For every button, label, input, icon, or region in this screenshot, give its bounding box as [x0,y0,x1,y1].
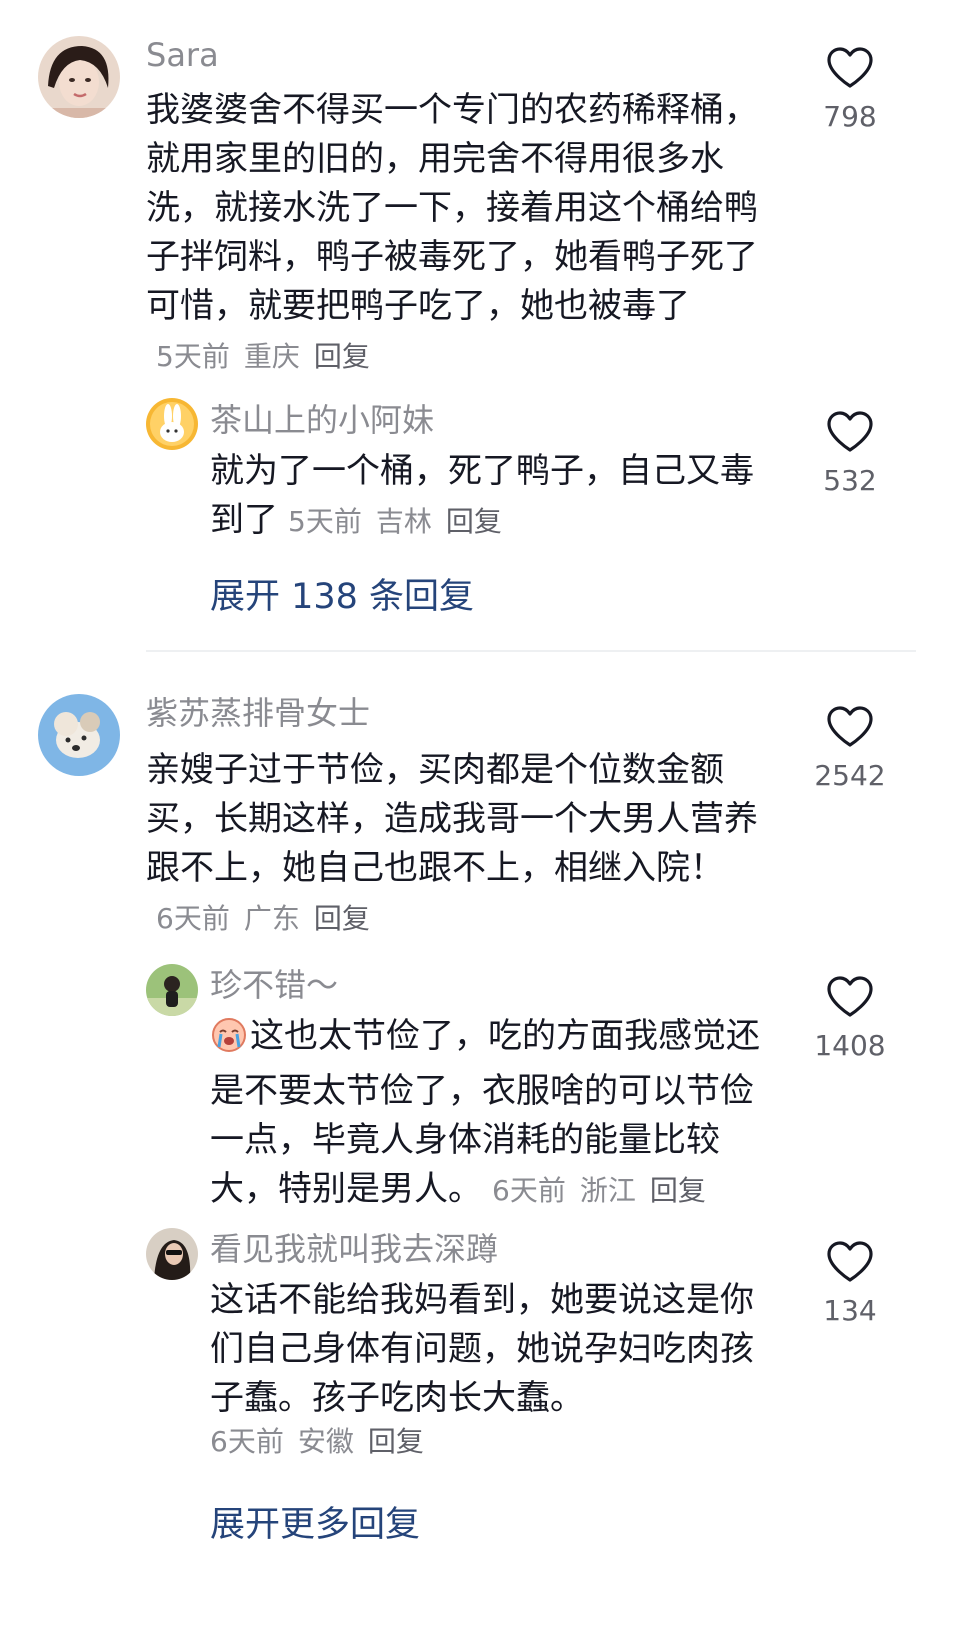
reply-button[interactable]: 回复 [314,902,370,935]
reply-button[interactable]: 回复 [314,340,370,373]
heart-icon [827,47,873,88]
child-avatar-image [146,964,198,1016]
divider [146,650,916,652]
reply-button[interactable]: 回复 [368,1425,424,1458]
comment-meta: 5天前 重庆 回复 [156,340,370,373]
like-button[interactable]: 2542 [790,705,910,793]
like-button[interactable]: 1408 [790,975,910,1063]
rabbit-avatar-image [146,398,198,450]
comment-location: 重庆 [243,340,300,373]
avatar[interactable] [146,964,198,1016]
heart-icon [827,706,873,747]
avatar[interactable] [146,398,198,450]
comment-text-block: 我婆婆舍不得买一个专门的农药稀释桶，就用家里的旧的，用完舍不得用很多水洗，就接水… [146,86,761,381]
like-button[interactable]: 134 [790,1240,910,1328]
reply-text-block: 这话不能给我妈看到，她要说这是你们自己身体有问题，她说孕妇吃肉孩子蠢。孩子吃肉长… [210,1276,785,1423]
user-avatar-image [38,36,120,118]
expand-more-replies-button[interactable]: 展开更多回复 [210,1496,420,1547]
reply-location: 安徽 [297,1425,354,1458]
reply-text-block: 就为了一个桶，死了鸭子，自己又毒到了 5天前 吉林 回复 [210,447,785,546]
reply-button[interactable]: 回复 [650,1174,706,1207]
comment-username[interactable]: Sara [146,35,219,75]
heart-icon [827,976,873,1017]
comment-location: 广东 [243,902,300,935]
comment-text: 亲嫂子过于节俭，买肉都是个位数金额买，长期这样，造成我哥一个大男人营养跟不上，她… [146,750,758,888]
avatar[interactable] [146,1228,198,1280]
reply-text-block: 这也太节俭了，吃的方面我感觉还是不要太节俭了，衣服啥的可以节俭一点，毕竟人身体消… [210,1012,785,1215]
comment-username[interactable]: 紫苏蒸排骨女士 [146,693,370,733]
reply-username[interactable]: 看见我就叫我去深蹲 [210,1229,498,1269]
reply-username[interactable]: 珍不错～ [210,965,338,1005]
reply-time: 5天前 [288,505,362,538]
like-button[interactable]: 798 [790,46,910,134]
like-count: 1408 [814,1029,886,1062]
comment-meta: 6天前 广东 回复 [156,902,370,935]
reply-text: 这话不能给我妈看到，她要说这是你们自己身体有问题，她说孕妇吃肉孩子蠢。孩子吃肉长… [210,1280,754,1418]
expand-replies-button[interactable]: 展开 138 条回复 [210,568,474,619]
like-button[interactable]: 532 [790,410,910,498]
comment-time: 6天前 [156,902,230,935]
comment-text-block: 亲嫂子过于节俭，买肉都是个位数金额买，长期这样，造成我哥一个大男人营养跟不上，她… [146,746,761,943]
reply-button[interactable]: 回复 [446,505,502,538]
like-count: 2542 [814,759,886,792]
reply-username[interactable]: 茶山上的小阿妹 [210,400,434,440]
like-count: 532 [823,464,877,497]
avatar[interactable] [38,36,120,118]
reply-time: 6天前 [492,1174,566,1207]
heart-icon [827,411,873,452]
dog-avatar-image [38,694,120,776]
reply-meta: 6天前 浙江 回复 [492,1174,706,1207]
like-count: 798 [823,100,877,133]
reply-meta: 6天前 安徽 回复 [200,1420,424,1460]
like-count: 134 [823,1294,877,1327]
comment-time: 5天前 [156,340,230,373]
comment-text: 我婆婆舍不得买一个专门的农药稀释桶，就用家里的旧的，用完舍不得用很多水洗，就接水… [146,90,758,326]
heart-icon [827,1241,873,1282]
woman-avatar-image [146,1228,198,1280]
crying-face-icon [210,1015,248,1067]
reply-meta: 5天前 吉林 回复 [288,505,502,538]
reply-location: 浙江 [579,1174,636,1207]
reply-time: 6天前 [210,1425,284,1458]
reply-location: 吉林 [375,505,432,538]
avatar[interactable] [38,694,120,776]
